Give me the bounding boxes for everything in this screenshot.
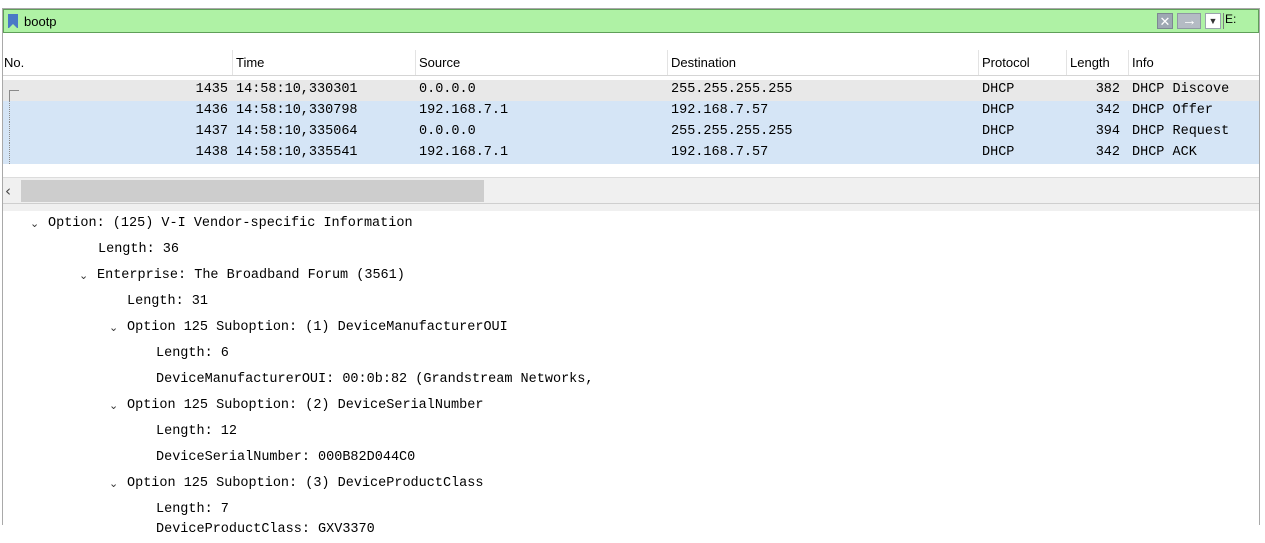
bookmark-icon[interactable]	[8, 14, 18, 29]
packet-destination: 255.255.255.255	[671, 124, 793, 139]
detail-tree-item[interactable]: Option 125 Suboption: (3) DeviceProductC…	[127, 471, 483, 497]
packet-info: DHCP Offer	[1132, 103, 1214, 118]
scroll-left-arrow-icon[interactable]: ‹	[5, 182, 19, 200]
apply-filter-arrow-icon[interactable]: →	[1177, 12, 1201, 29]
packet-info: DHCP Discove	[1132, 82, 1230, 97]
display-filter-input[interactable]	[24, 12, 1124, 30]
detail-tree-item[interactable]: Option 125 Suboption: (2) DeviceSerialNu…	[127, 393, 483, 419]
expanded-chevron-icon[interactable]: ⌄	[109, 393, 121, 412]
expanded-chevron-icon[interactable]: ⌄	[109, 471, 121, 490]
detail-tree-item[interactable]: Option: (125) V-I Vendor-specific Inform…	[48, 211, 413, 237]
packet-protocol: DHCP	[982, 145, 1015, 160]
detail-tree-item[interactable]: DeviceManufacturerOUI: 00:0b:82 (Grandst…	[156, 367, 593, 393]
packet-source: 0.0.0.0	[419, 82, 476, 97]
packet-row[interactable]: 1435 14:58:10,330301 0.0.0.0 255.255.255…	[3, 80, 1259, 101]
column-header-info[interactable]: Info	[1132, 55, 1154, 70]
column-divider[interactable]	[232, 50, 233, 75]
detail-tree-item[interactable]: Length: 6	[156, 341, 229, 367]
chevron-down-icon[interactable]: ▼	[1205, 13, 1221, 29]
column-header-time[interactable]: Time	[236, 55, 264, 70]
toolbar-divider	[1223, 13, 1224, 29]
packet-protocol: DHCP	[982, 124, 1015, 139]
packet-time: 14:58:10,330301	[236, 82, 358, 97]
packet-row[interactable]: 1436 14:58:10,330798 192.168.7.1 192.168…	[3, 101, 1259, 122]
packet-list-header: No. Time Source Destination Protocol Len…	[3, 50, 1259, 76]
packet-source: 0.0.0.0	[419, 124, 476, 139]
packet-destination: 192.168.7.57	[671, 103, 769, 118]
packet-source: 192.168.7.1	[419, 145, 509, 160]
packet-length: 342	[1095, 145, 1120, 160]
detail-tree-item[interactable]: Length: 12	[156, 419, 237, 445]
column-divider[interactable]	[978, 50, 979, 75]
detail-tree-item[interactable]: DeviceProductClass: GXV3370	[156, 517, 375, 543]
expanded-chevron-icon[interactable]: ⌄	[79, 263, 91, 282]
display-filter-bar[interactable]: ✕ → ▼ E:	[3, 9, 1259, 33]
packet-details-pane: ⌄ Option: (125) V-I Vendor-specific Info…	[3, 211, 1259, 537]
packet-no: 1435	[195, 82, 228, 97]
packet-info: DHCP Request	[1132, 124, 1230, 139]
packet-no: 1438	[195, 145, 228, 160]
expanded-chevron-icon[interactable]: ⌄	[30, 211, 42, 230]
packet-destination: 255.255.255.255	[671, 82, 793, 97]
column-divider[interactable]	[415, 50, 416, 75]
packet-protocol: DHCP	[982, 82, 1015, 97]
packet-length: 342	[1095, 103, 1120, 118]
packet-length: 382	[1095, 82, 1120, 97]
expanded-chevron-icon[interactable]: ⌄	[109, 315, 121, 334]
scrollbar-thumb[interactable]	[21, 180, 484, 202]
packet-no: 1436	[195, 103, 228, 118]
column-header-source[interactable]: Source	[419, 55, 460, 70]
detail-tree-item[interactable]: Length: 36	[98, 237, 179, 263]
detail-tree-item[interactable]: Length: 31	[127, 289, 208, 315]
packet-list-hscrollbar[interactable]: ‹	[3, 177, 1259, 204]
column-header-length[interactable]: Length	[1070, 55, 1110, 70]
column-header-protocol[interactable]: Protocol	[982, 55, 1030, 70]
column-divider[interactable]	[667, 50, 668, 75]
packet-destination: 192.168.7.57	[671, 145, 769, 160]
packet-time: 14:58:10,335064	[236, 124, 358, 139]
packet-protocol: DHCP	[982, 103, 1015, 118]
packet-time: 14:58:10,330798	[236, 103, 358, 118]
column-header-destination[interactable]: Destination	[671, 55, 736, 70]
clear-filter-icon[interactable]: ✕	[1157, 13, 1173, 29]
expression-button[interactable]: E:	[1225, 12, 1255, 26]
packet-row[interactable]: 1437 14:58:10,335064 0.0.0.0 255.255.255…	[3, 122, 1259, 143]
column-divider[interactable]	[1128, 50, 1129, 75]
packet-info: DHCP ACK	[1132, 145, 1197, 160]
packet-no: 1437	[195, 124, 228, 139]
packet-row[interactable]: 1438 14:58:10,335541 192.168.7.1 192.168…	[3, 143, 1259, 164]
detail-tree-item[interactable]: Enterprise: The Broadband Forum (3561)	[97, 263, 405, 289]
column-header-no[interactable]: No.	[4, 55, 24, 70]
packet-source: 192.168.7.1	[419, 103, 509, 118]
packet-time: 14:58:10,335541	[236, 145, 358, 160]
column-divider[interactable]	[1066, 50, 1067, 75]
detail-tree-item[interactable]: Option 125 Suboption: (1) DeviceManufact…	[127, 315, 508, 341]
detail-tree-item[interactable]: DeviceSerialNumber: 000B82D044C0	[156, 445, 415, 471]
packet-length: 394	[1095, 124, 1120, 139]
